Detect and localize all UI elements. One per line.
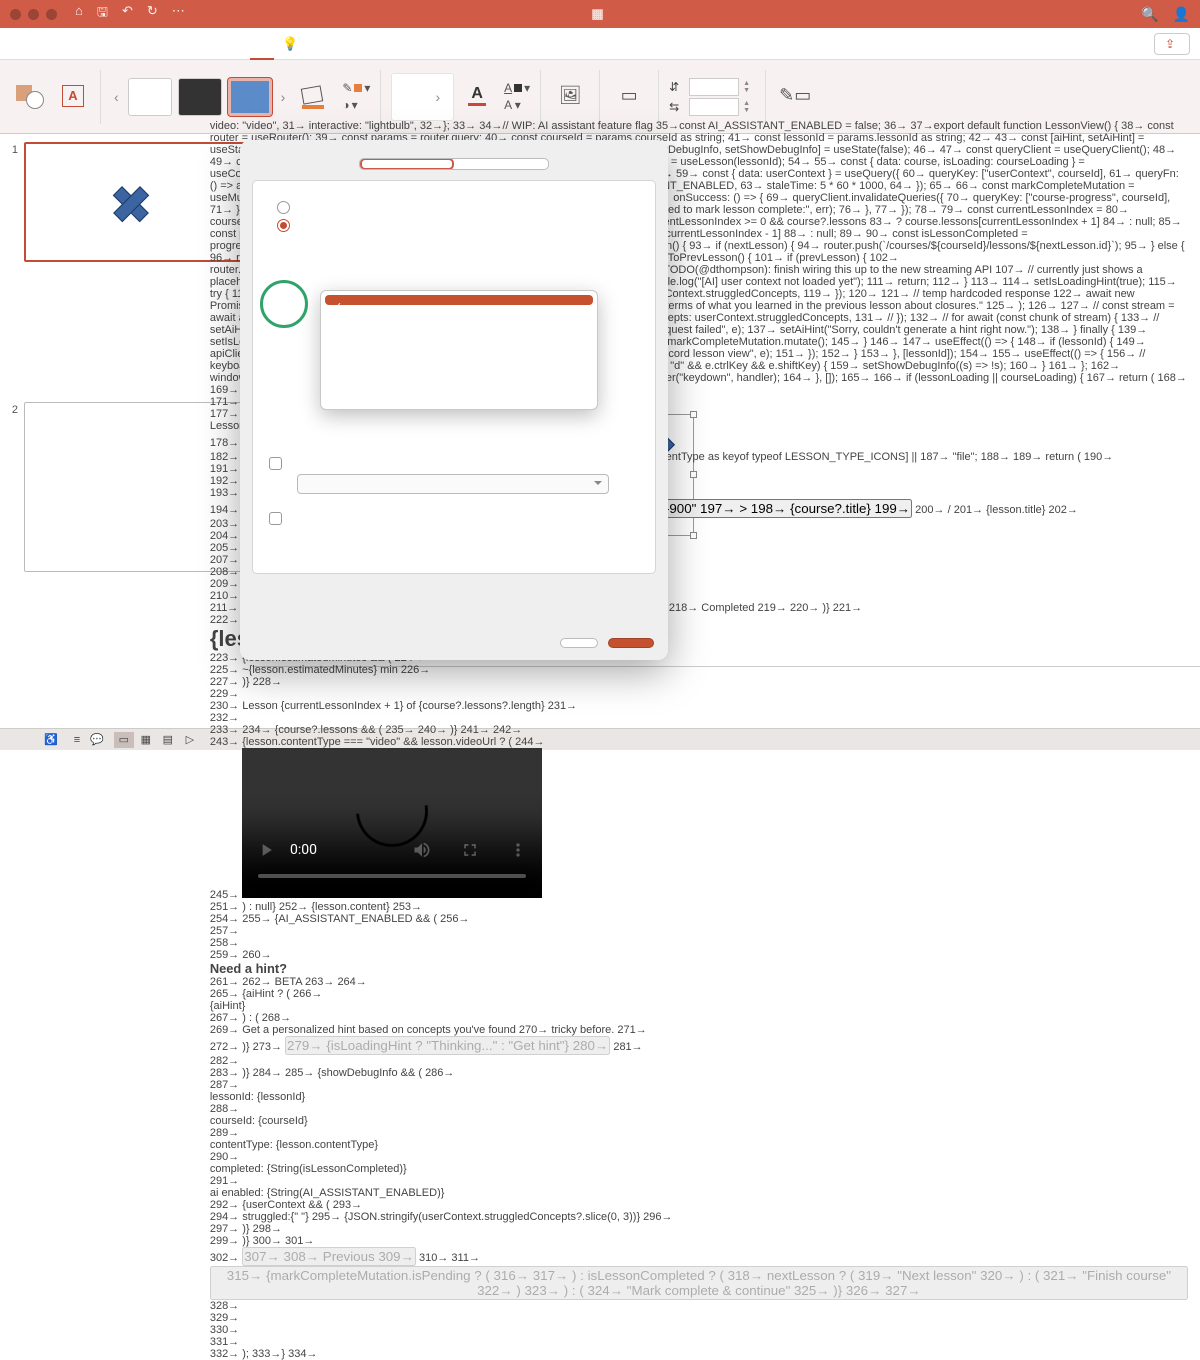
dropdown-item[interactable] [321,385,597,395]
style-swatch-2[interactable] [178,78,222,116]
dropdown-item[interactable] [321,365,597,375]
comments-button[interactable]: 💬 [90,733,104,746]
dialog-title [240,140,668,158]
thumb-number: 1 [6,142,18,262]
undo-icon[interactable]: ↶ [122,3,133,25]
app-icon: ▦ [591,6,603,22]
view-buttons[interactable]: ▭ ▦ ▤ ▷ [114,732,200,748]
dialog-tabs [359,158,549,170]
gallery-prev-icon[interactable]: ‹ [111,89,122,105]
accessibility-indicator[interactable]: ♿ [44,733,58,746]
tab-insert[interactable] [34,28,58,60]
effects-icon[interactable]: ◑ [342,98,349,112]
ribbon-tabs: 💡 ⇪ [0,28,1200,60]
notes-button[interactable]: ≡ [74,734,80,746]
shape-style-gallery[interactable]: ‹ › [111,70,288,124]
window-controls[interactable] [10,9,57,20]
share-button[interactable]: ⇪ [1154,33,1190,55]
dropdown-item[interactable] [321,375,597,385]
group-shapes[interactable] [8,60,50,133]
thumb-number: 2 [6,402,18,572]
check-highlight[interactable] [269,512,641,525]
tab-mouse-click[interactable] [360,158,454,170]
height-spinner[interactable]: ▲▼ [743,80,755,94]
tab-recording[interactable] [226,28,250,60]
format-pane-icon: ✎▭ [782,83,808,109]
width-input[interactable] [689,98,739,116]
tab-draw[interactable] [58,28,82,60]
gallery-next-icon[interactable]: › [278,89,289,105]
tab-slideshow[interactable] [154,28,178,60]
tab-transitions[interactable] [106,28,130,60]
dropdown-item[interactable] [321,325,597,335]
sorter-view-icon[interactable]: ▦ [136,732,156,748]
more-icon[interactable]: ⋯ [172,3,185,25]
shape-outline-effects[interactable]: ✎▾ ◑▾ [342,81,370,112]
sound-select[interactable] [297,474,609,494]
tab-animations[interactable] [130,28,154,60]
check-play-sound[interactable] [269,457,641,470]
dropdown-item[interactable] [321,305,597,315]
share-icon: ⇪ [1165,37,1175,51]
width-spinner[interactable]: ▲▼ [743,100,755,114]
link-to-dropdown [320,290,598,410]
height-icon: ⇵ [669,80,685,94]
tab-shape-format[interactable] [250,28,274,60]
height-input[interactable] [689,78,739,96]
radio-link-to[interactable] [277,219,641,232]
home-icon[interactable]: ⌂ [75,3,83,25]
width-icon: ⇆ [669,100,685,114]
search-icon[interactable]: 🔍 [1141,6,1158,23]
fill-icon [300,85,326,107]
group-size: ⇵ ▲▼ ⇆ ▲▼ [669,77,755,117]
account-icon[interactable]: 👤 [1173,6,1190,23]
document-title: ▦ [591,6,608,22]
alt-text-icon: 🖼 [557,83,583,109]
wordart-next-icon[interactable]: › [432,89,443,105]
statusbar: ♿ ≡ 💬 ▭ ▦ ▤ ▷ video: "video", 31→ intera… [0,728,1200,750]
qat[interactable]: ⌂ 🖫 ↶ ↻ ⋯ [75,3,185,25]
dropdown-item[interactable] [321,315,597,325]
text-fill-icon: A [466,85,488,107]
slideshow-view-icon[interactable]: ▷ [180,732,200,748]
dropdown-item[interactable] [325,295,593,305]
arrange-icon: ▭ [616,83,642,109]
cancel-button[interactable] [560,638,598,648]
tab-review[interactable] [178,28,202,60]
reading-view-icon[interactable]: ▤ [158,732,178,748]
save-icon[interactable]: 🖫 [97,3,108,25]
redo-icon[interactable]: ↻ [147,3,158,25]
style-swatch-1[interactable] [128,78,172,116]
accessibility-icon: ♿ [44,734,58,746]
wordart-gallery[interactable]: › [391,73,454,121]
dropdown-item[interactable] [321,355,597,365]
style-swatch-3[interactable] [228,78,272,116]
tab-design[interactable] [82,28,106,60]
radio-none[interactable] [277,201,641,214]
dropdown-item[interactable] [321,395,597,405]
bulb-icon: 💡 [282,36,298,52]
dropdown-item[interactable] [321,345,597,355]
ok-button[interactable] [608,638,654,648]
textbox-icon: A [62,85,84,107]
text-outline-effects[interactable]: A ▾ A ▾ [504,81,530,112]
tab-home[interactable] [10,28,34,60]
shapes-icon [14,83,44,109]
dropdown-item[interactable] [321,335,597,345]
normal-view-icon[interactable]: ▭ [114,732,134,748]
titlebar: ⌂ 🖫 ↶ ↻ ⋯ ▦ 🔍 👤 [0,0,1200,28]
tab-view[interactable] [202,28,226,60]
outline-icon[interactable]: ✎ [342,81,352,95]
tab-mouse-over[interactable] [453,159,547,169]
tellme[interactable]: 💡 [282,36,302,52]
